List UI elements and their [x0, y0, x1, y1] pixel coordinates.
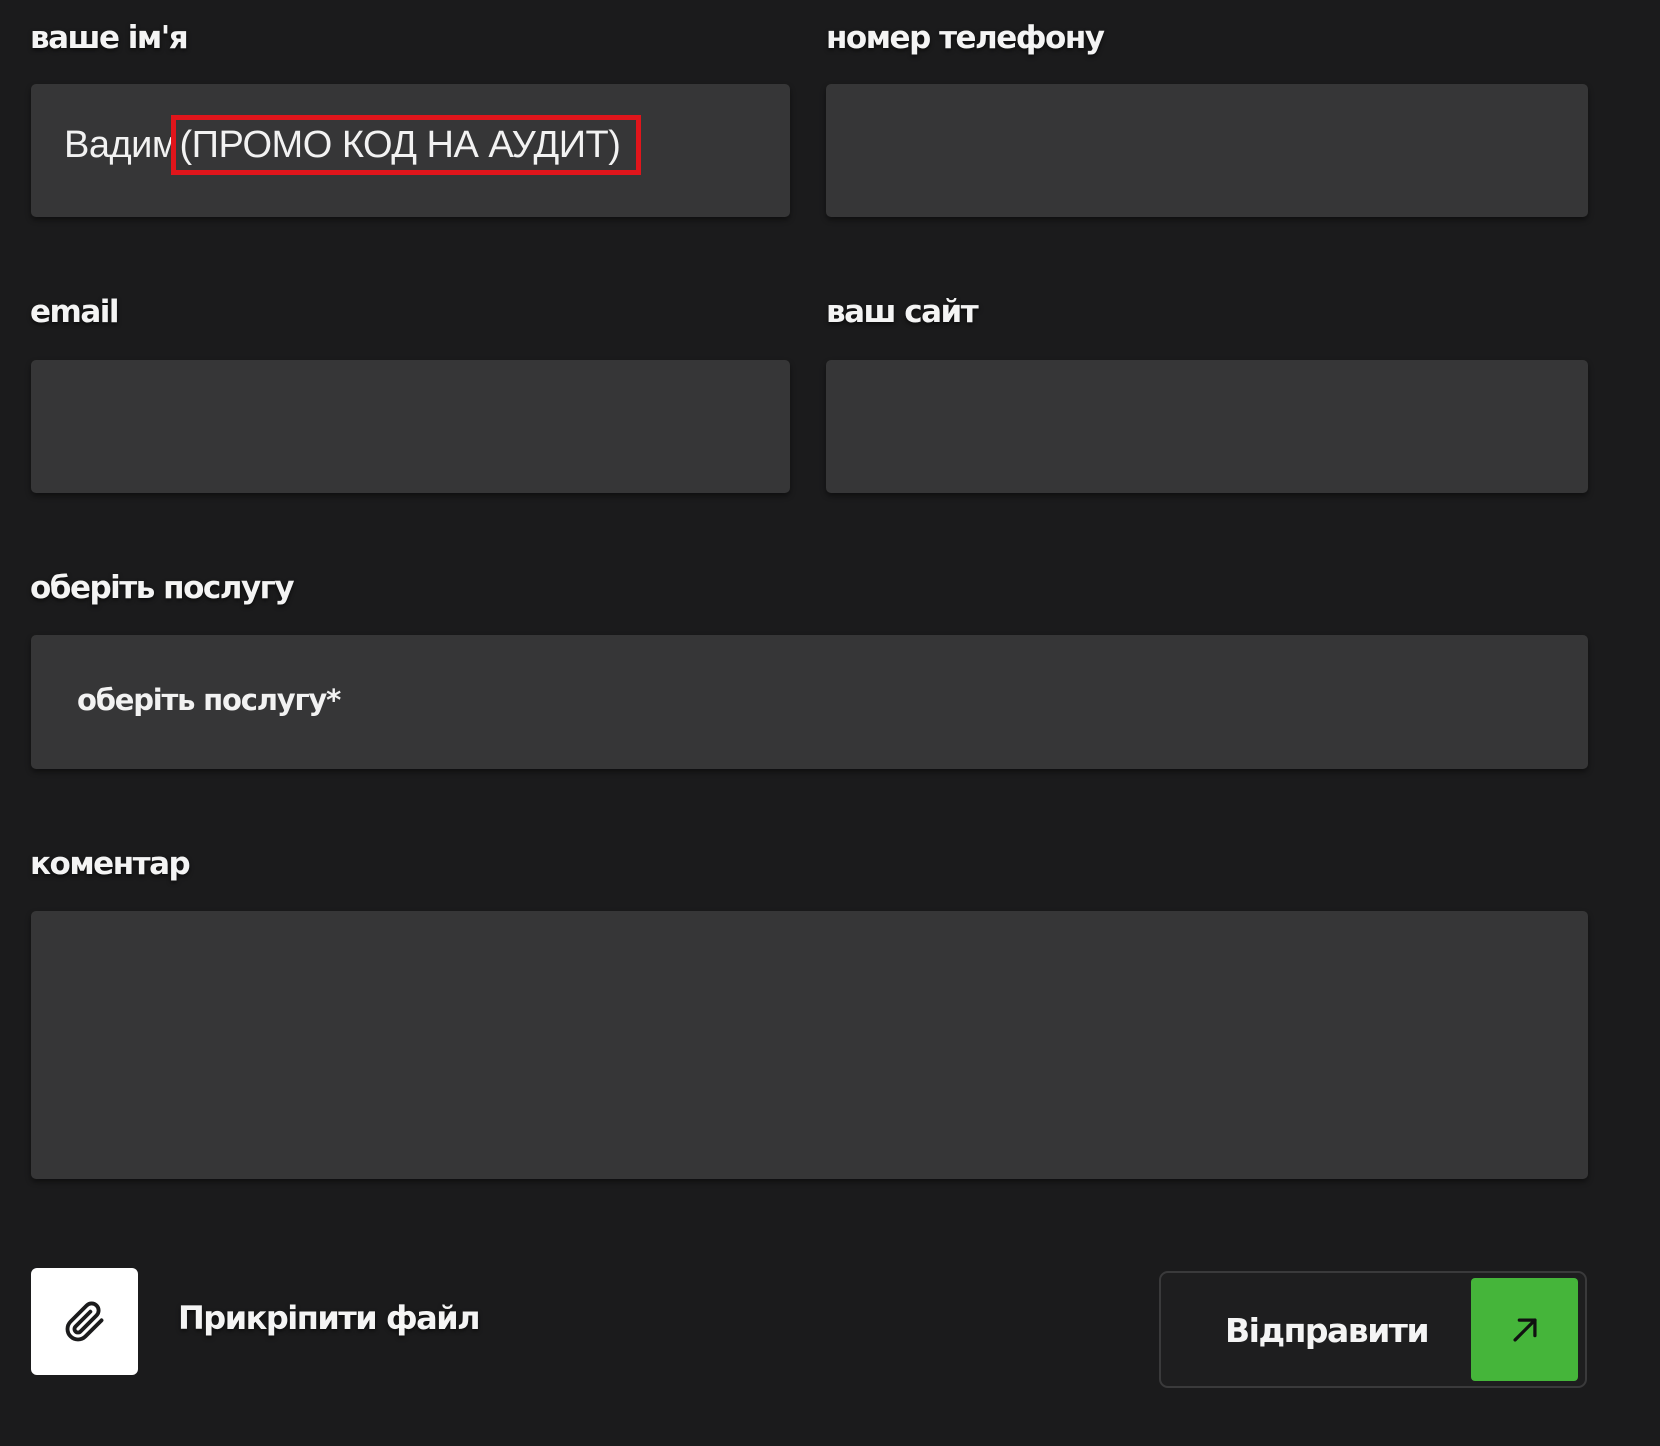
- phone-field[interactable]: [826, 84, 1588, 217]
- name-value-text: Вадим: [64, 124, 178, 166]
- name-label: ваше ім'я: [30, 20, 189, 56]
- submit-arrow-box: [1471, 1278, 1578, 1381]
- submit-label: Відправити: [1225, 1311, 1430, 1350]
- comment-textarea[interactable]: [31, 911, 1588, 1179]
- comment-label: коментар: [30, 846, 191, 882]
- promo-code-highlight: (ПРОМО КОД НА АУДИТ): [170, 115, 642, 175]
- email-field[interactable]: [31, 360, 790, 493]
- service-select-value: оберіть послугу*: [77, 683, 341, 717]
- name-field[interactable]: Вадим(ПРОМО КОД НА АУДИТ): [31, 84, 790, 217]
- arrow-up-right-icon: [1512, 1317, 1537, 1342]
- email-label: email: [30, 294, 120, 330]
- submit-button[interactable]: Відправити: [1159, 1271, 1587, 1388]
- attach-file-label[interactable]: Прикріпити файл: [178, 1299, 481, 1337]
- phone-label: номер телефону: [826, 20, 1105, 56]
- site-label: ваш сайт: [826, 294, 979, 330]
- name-field-value: Вадим(ПРОМО КОД НА АУДИТ): [64, 115, 642, 175]
- service-label: оберіть послугу: [30, 570, 295, 606]
- site-field[interactable]: [826, 360, 1588, 493]
- service-select[interactable]: оберіть послугу*: [31, 635, 1588, 769]
- attach-file-button[interactable]: [31, 1268, 138, 1375]
- paperclip-icon: [65, 1301, 103, 1341]
